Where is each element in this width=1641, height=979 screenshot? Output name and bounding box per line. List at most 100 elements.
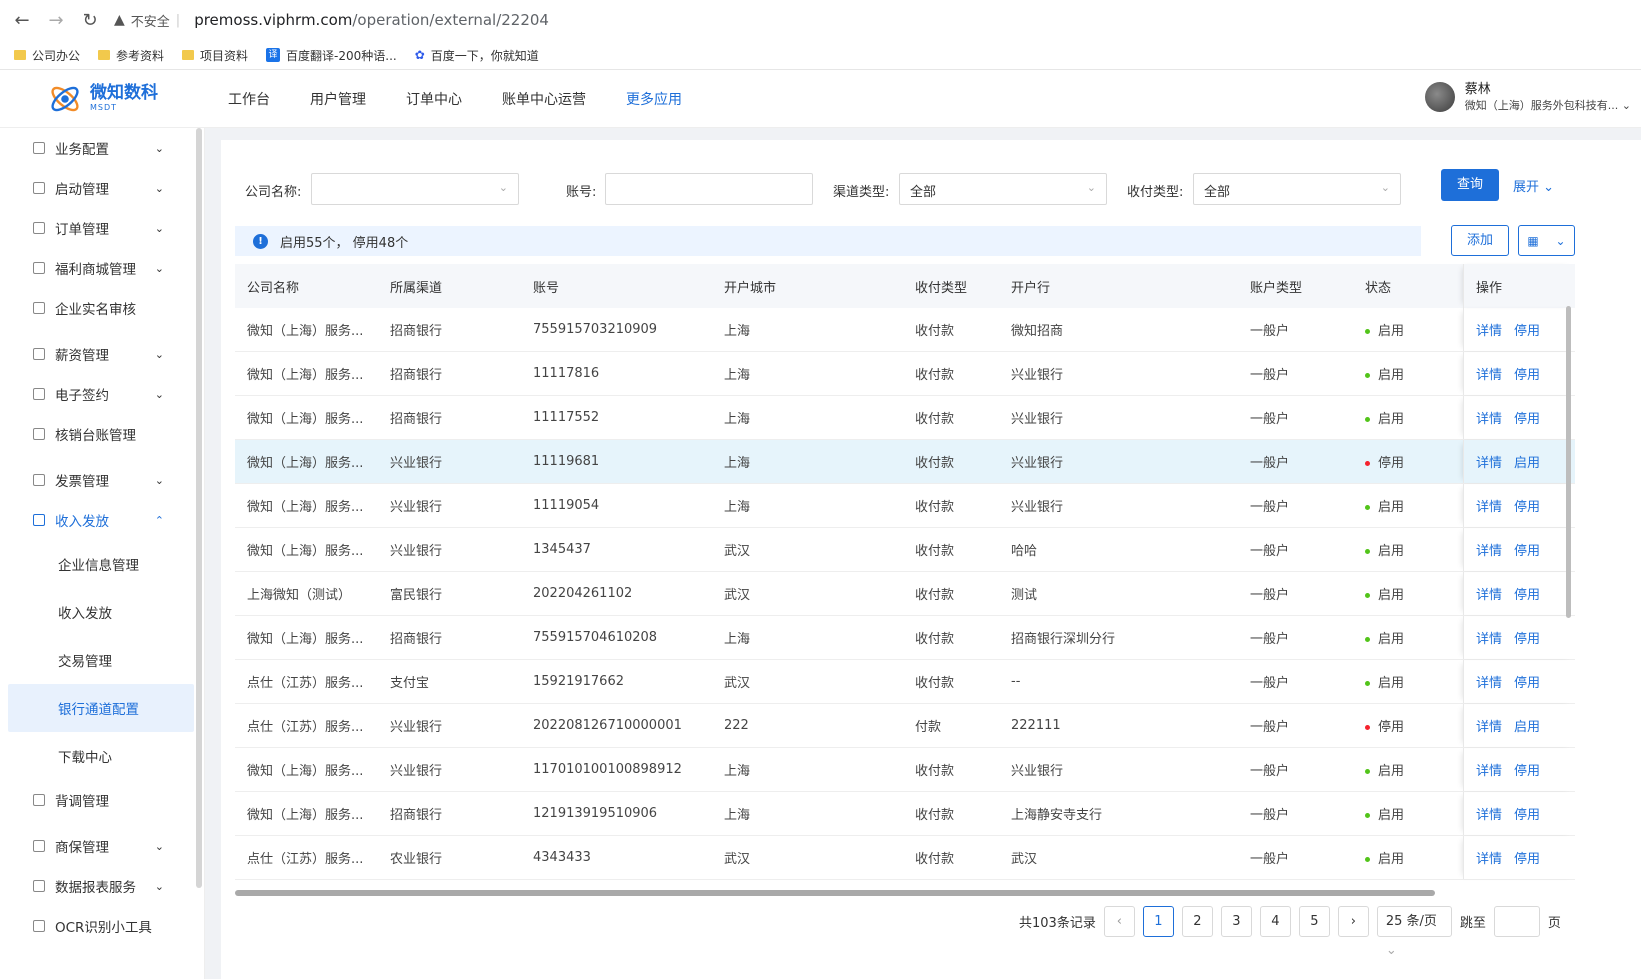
table-horizontal-scrollbar[interactable]: [235, 890, 1435, 896]
sidebar-sub-transactions[interactable]: 交易管理: [0, 636, 204, 684]
sidebar-sub-bank-channel[interactable]: 银行通道配置: [8, 684, 194, 732]
toggle-status-link[interactable]: 停用: [1514, 496, 1540, 515]
status-summary-text: 启用55个， 停用48个: [280, 235, 409, 251]
next-page-button[interactable]: ›: [1337, 906, 1369, 937]
bookmark-item[interactable]: 参考资料: [98, 47, 164, 64]
sidebar-sub-income-payout[interactable]: 收入发放: [0, 588, 204, 636]
back-icon[interactable]: ←: [12, 10, 32, 31]
table-row[interactable]: 点仕（江苏）服务... 农业银行 4343433 武汉 收付款 武汉 一般户 启用 详情 停用: [235, 836, 1575, 880]
table-row[interactable]: 微知（上海）服务... 兴业银行 1345437 武汉 收付款 哈哈 一般户 启用 详情 停用: [235, 528, 1575, 572]
sidebar-item-background-check[interactable]: 背调管理: [0, 780, 204, 820]
security-indicator[interactable]: ▲ 不安全 |: [114, 11, 180, 30]
detail-link[interactable]: 详情: [1476, 760, 1502, 779]
page-5-button[interactable]: 5: [1298, 906, 1330, 937]
page-1-button[interactable]: 1: [1142, 906, 1174, 937]
table-row[interactable]: 微知（上海）服务... 兴业银行 11119054 上海 收付款 兴业银行 一般户 启用 详情停…: [235, 484, 1575, 528]
table-row[interactable]: 微知（上海）服务... 招商银行 11117816 上海 收付款 兴业银行 一般户 启用 详情停…: [235, 352, 1575, 396]
menu-order-center[interactable]: 订单中心: [406, 89, 462, 109]
logo-text: 微知数科: [90, 83, 158, 103]
table-row[interactable]: 微知（上海）服务... 兴业银行 117010100100898912 上海 收付款 兴业…: [235, 748, 1575, 792]
query-button[interactable]: 查询: [1441, 169, 1499, 201]
add-button[interactable]: 添加: [1451, 225, 1509, 256]
sidebar-item-orders[interactable]: 订单管理 ⌄: [0, 208, 204, 248]
page-size-select[interactable]: 25 条/页 ⌄: [1376, 906, 1452, 958]
channel-select[interactable]: 全部 ⌄: [899, 173, 1107, 205]
menu-user-management[interactable]: 用户管理: [310, 89, 366, 109]
sidebar-item-welfare-mall[interactable]: 福利商城管理 ⌄: [0, 248, 204, 288]
toggle-status-link[interactable]: 停用: [1514, 540, 1540, 559]
bookmark-item[interactable]: ✿ 百度一下，你就知道: [415, 47, 539, 64]
sidebar-item-invoice[interactable]: 发票管理 ⌄: [0, 460, 204, 500]
sidebar-item-startup[interactable]: 启动管理 ⌄: [0, 168, 204, 208]
url-field[interactable]: premoss.viphrm.com/operation/external/22…: [194, 11, 549, 29]
sidebar-item-ocr-tool[interactable]: OCR识别小工具: [0, 906, 204, 946]
sidebar-item-insurance[interactable]: 商保管理 ⌄: [0, 826, 204, 866]
page-2-button[interactable]: 2: [1181, 906, 1213, 937]
toggle-status-link[interactable]: 停用: [1514, 584, 1540, 603]
detail-link[interactable]: 详情: [1476, 320, 1502, 339]
forward-icon[interactable]: →: [46, 10, 66, 31]
app-logo[interactable]: 微知数科 MSDT: [0, 80, 210, 118]
detail-link[interactable]: 详情: [1476, 584, 1502, 603]
detail-link[interactable]: 详情: [1476, 848, 1502, 867]
page-3-button[interactable]: 3: [1220, 906, 1252, 937]
table-cell: 点仕（江苏）服务...: [247, 720, 364, 735]
detail-link[interactable]: 详情: [1476, 408, 1502, 427]
toggle-status-link[interactable]: 停用: [1514, 364, 1540, 383]
toggle-status-link[interactable]: 启用: [1514, 716, 1540, 735]
company-select[interactable]: ⌄: [311, 173, 519, 205]
column-settings-button[interactable]: ▦ ⌄: [1518, 225, 1575, 256]
table-row[interactable]: 点仕（江苏）服务... 支付宝 15921917662 武汉 收付款 -- 一般户 启用 详情停…: [235, 660, 1575, 704]
sidebar-item-salary[interactable]: 薪资管理 ⌄: [0, 334, 204, 374]
account-input[interactable]: [605, 173, 813, 205]
sidebar-sub-company-info[interactable]: 企业信息管理: [0, 540, 204, 588]
menu-more-apps[interactable]: 更多应用: [626, 89, 682, 109]
sidebar-scrollbar[interactable]: [196, 128, 202, 888]
toggle-status-link[interactable]: 停用: [1514, 804, 1540, 823]
detail-link[interactable]: 详情: [1476, 628, 1502, 647]
menu-workbench[interactable]: 工作台: [228, 89, 270, 109]
table-row[interactable]: 点仕（江苏）服务... 兴业银行 202208126710000001 222 付款 22…: [235, 704, 1575, 748]
table-row[interactable]: 微知（上海）服务... 招商银行 755915704610208 上海 收付款 招商银行深…: [235, 616, 1575, 660]
bookmark-item[interactable]: 译百度翻译-200种语...: [266, 47, 397, 64]
pay-type-select[interactable]: 全部 ⌄: [1193, 173, 1401, 205]
sidebar-item-business-config[interactable]: 业务配置 ⌄: [0, 128, 204, 168]
detail-link[interactable]: 详情: [1476, 540, 1502, 559]
sidebar-sub-download-center[interactable]: 下载中心: [0, 732, 204, 780]
toggle-status-link[interactable]: 停用: [1514, 760, 1540, 779]
menu-billing-ops[interactable]: 账单中心运营: [502, 89, 586, 109]
bookmark-item[interactable]: 项目资料: [182, 47, 248, 64]
toggle-status-link[interactable]: 停用: [1514, 672, 1540, 691]
sidebar-item-reports[interactable]: 数据报表服务 ⌄: [0, 866, 204, 906]
page-4-button[interactable]: 4: [1259, 906, 1291, 937]
bookmark-item[interactable]: 公司办公: [14, 47, 80, 64]
sidebar-item-ledger[interactable]: 核销台账管理: [0, 414, 204, 454]
detail-link[interactable]: 详情: [1476, 804, 1502, 823]
detail-link[interactable]: 详情: [1476, 364, 1502, 383]
row-actions: 详情 停用: [1463, 396, 1575, 439]
sidebar-item-real-name-review[interactable]: 企业实名审核: [0, 288, 204, 328]
toggle-status-link[interactable]: 停用: [1514, 408, 1540, 427]
sidebar-item-e-sign[interactable]: 电子签约 ⌄: [0, 374, 204, 414]
table-row[interactable]: 微知（上海）服务... 招商银行 755915703210909 上海 收付款 微知招商 一…: [235, 308, 1575, 352]
sidebar-item-income-payout[interactable]: 收入发放 ⌃: [0, 500, 204, 540]
table-vertical-scrollbar[interactable]: [1566, 306, 1571, 618]
detail-link[interactable]: 详情: [1476, 672, 1502, 691]
detail-link[interactable]: 详情: [1476, 496, 1502, 515]
table-row[interactable]: 微知（上海）服务... 招商银行 11117552 上海 收付款 兴业银行 一般户 启用 详情停…: [235, 396, 1575, 440]
toggle-status-link[interactable]: 停用: [1514, 320, 1540, 339]
table-row[interactable]: 上海微知（测试） 富民银行 202204261102 武汉 收付款 测试 一般户 启用 详情 停用: [235, 572, 1575, 616]
status-summary-bar: ! 启用55个， 停用48个: [235, 226, 1421, 256]
table-row[interactable]: 微知（上海）服务... 招商银行 121913919510906 上海 收付款 上海静安寺…: [235, 792, 1575, 836]
expand-toggle[interactable]: 展开 ⌄: [1513, 176, 1554, 195]
toggle-status-link[interactable]: 停用: [1514, 628, 1540, 647]
reload-icon[interactable]: ↻: [80, 10, 100, 31]
toggle-status-link[interactable]: 启用: [1514, 452, 1540, 471]
detail-link[interactable]: 详情: [1476, 716, 1502, 735]
user-profile[interactable]: 蔡林 微知（上海）服务外包科技有... ⌄: [1424, 81, 1631, 113]
detail-link[interactable]: 详情: [1476, 452, 1502, 471]
jump-page-input[interactable]: [1493, 906, 1540, 937]
toggle-status-link[interactable]: 停用: [1514, 848, 1540, 867]
table-row[interactable]: 微知（上海）服务... 兴业银行 11119681 上海 收付款 兴业银行 一般户 停用 详情启…: [235, 440, 1575, 484]
prev-page-button[interactable]: ‹: [1103, 906, 1135, 937]
